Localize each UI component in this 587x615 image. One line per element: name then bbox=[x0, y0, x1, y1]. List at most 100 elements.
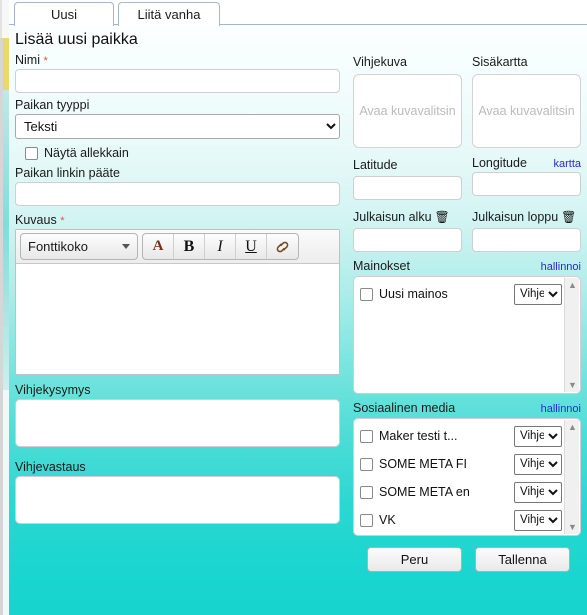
italic-icon[interactable]: I bbox=[205, 234, 236, 259]
link-icon[interactable] bbox=[267, 234, 298, 259]
longitude-label: Longitude bbox=[472, 156, 527, 170]
description-required-marker: * bbox=[60, 215, 65, 227]
description-label: Kuvaus * bbox=[15, 213, 340, 227]
field-place-type: Paikan tyyppi Teksti bbox=[15, 98, 340, 139]
social-item-select[interactable]: Vihje bbox=[514, 425, 562, 447]
field-name: Nimi * bbox=[15, 53, 340, 93]
scroll-up-icon[interactable]: ▲ bbox=[565, 420, 580, 434]
field-hint-answer: Vihjevastaus bbox=[15, 460, 340, 529]
list-item[interactable]: SOME META en Vihje bbox=[360, 481, 562, 503]
field-longitude: Longitude kartta bbox=[472, 156, 581, 200]
list-item[interactable]: Maker testi t... Vihje bbox=[360, 425, 562, 447]
hint-image-placeholder: Avaa kuvavalitsin bbox=[359, 104, 456, 118]
indoor-map-placeholder: Avaa kuvavalitsin bbox=[478, 104, 575, 118]
social-item-label: SOME META FI bbox=[379, 457, 467, 471]
longitude-label-row: Longitude kartta bbox=[472, 156, 581, 170]
name-label: Nimi * bbox=[15, 53, 340, 67]
ads-list: Uusi mainos Vihje bbox=[354, 277, 580, 317]
scroll-up-icon[interactable]: ▲ bbox=[565, 278, 580, 292]
form-surface: Lisää uusi paikka Nimi * Paikan tyyppi T… bbox=[9, 25, 587, 615]
list-item[interactable]: SOME META FI Vihje bbox=[360, 453, 562, 475]
social-item-label: Maker testi t... bbox=[379, 429, 458, 443]
field-description: Kuvaus * Fonttikoko A B I U bbox=[15, 213, 340, 375]
name-required-marker: * bbox=[43, 55, 48, 67]
ads-header: Mainokset hallinnoi bbox=[353, 259, 581, 273]
social-item-checkbox[interactable] bbox=[360, 457, 373, 471]
publish-end-trash-icon[interactable]: 🗑 bbox=[561, 210, 576, 224]
underline-icon[interactable]: U bbox=[236, 234, 267, 259]
tab-liita-vanha-label: Liitä vanha bbox=[137, 7, 201, 22]
publish-dates-row: Julkaisun alku 🗑 Julkaisun loppu 🗑 bbox=[353, 208, 581, 252]
tab-uusi[interactable]: Uusi bbox=[14, 2, 114, 26]
field-indoor-map: Sisäkartta Avaa kuvavalitsin bbox=[472, 53, 581, 148]
social-item-checkbox[interactable] bbox=[360, 485, 373, 499]
map-link[interactable]: kartta bbox=[553, 158, 581, 170]
longitude-input[interactable] bbox=[472, 172, 581, 196]
social-label: Sosiaalinen media bbox=[353, 401, 456, 415]
social-manage-link[interactable]: hallinnoi bbox=[541, 403, 581, 415]
social-item-select[interactable]: Vihje bbox=[514, 453, 562, 475]
field-publish-end: Julkaisun loppu 🗑 bbox=[472, 208, 581, 252]
tab-bar: Uusi Liitä vanha bbox=[9, 0, 587, 26]
fontsize-label: Fonttikoko bbox=[28, 239, 88, 254]
link-suffix-label: Paikan linkin pääte bbox=[15, 166, 120, 180]
scroll-down-icon[interactable]: ▼ bbox=[565, 378, 580, 392]
description-editor-body[interactable] bbox=[16, 264, 339, 374]
social-item-select[interactable]: Vihje bbox=[514, 509, 562, 531]
hint-question-textarea[interactable] bbox=[15, 399, 340, 447]
ads-manage-link[interactable]: hallinnoi bbox=[541, 261, 581, 273]
social-list: Maker testi t... Vihje SOME META FI Vihj… bbox=[354, 419, 580, 535]
field-hint-question: Vihjekysymys bbox=[15, 383, 340, 452]
social-scrollbar[interactable]: ▲ ▼ bbox=[564, 420, 579, 534]
place-editor-window: Uusi Liitä vanha Lisää uusi paikka Nimi … bbox=[0, 0, 587, 615]
scroll-down-icon[interactable]: ▼ bbox=[565, 520, 580, 534]
ads-item-label: Uusi mainos bbox=[379, 287, 448, 301]
left-column: Nimi * Paikan tyyppi Teksti Näytä allekk… bbox=[15, 53, 340, 534]
publish-start-label-text: Julkaisun alku bbox=[353, 210, 432, 224]
hint-question-label: Vihjekysymys bbox=[15, 383, 91, 397]
publish-start-input[interactable] bbox=[353, 228, 462, 252]
social-item-checkbox[interactable] bbox=[360, 513, 373, 527]
link-suffix-input[interactable] bbox=[15, 182, 340, 206]
cancel-button[interactable]: Peru bbox=[367, 547, 462, 572]
editor-tool-group: A B I U bbox=[142, 233, 299, 260]
social-item-select[interactable]: Vihje bbox=[514, 481, 562, 503]
place-type-select[interactable]: Teksti bbox=[15, 114, 340, 139]
latitude-input[interactable] bbox=[353, 176, 462, 200]
social-item-checkbox[interactable] bbox=[360, 429, 373, 443]
chevron-down-icon bbox=[122, 244, 130, 249]
page-edge-strip bbox=[0, 0, 9, 615]
list-item[interactable]: VK Vihje bbox=[360, 509, 562, 531]
field-show-stacked[interactable]: Näytä allekkain bbox=[25, 146, 340, 160]
description-label-text: Kuvaus bbox=[15, 213, 57, 227]
hint-image-picker[interactable]: Avaa kuvavalitsin bbox=[353, 74, 462, 148]
image-pickers-row: Vihjekuva Avaa kuvavalitsin Sisäkartta A… bbox=[353, 53, 581, 148]
edge-segment-border bbox=[0, 38, 3, 615]
social-header: Sosiaalinen media hallinnoi bbox=[353, 401, 581, 415]
section-ads: Mainokset hallinnoi Uusi mainos Vihje ▲ … bbox=[353, 259, 581, 394]
fontsize-dropdown[interactable]: Fonttikoko bbox=[20, 233, 138, 260]
ads-item-select[interactable]: Vihje bbox=[514, 283, 562, 305]
ads-item-checkbox[interactable] bbox=[360, 287, 373, 301]
publish-end-label-text: Julkaisun loppu bbox=[472, 210, 559, 224]
publish-end-label: Julkaisun loppu 🗑 bbox=[472, 210, 576, 224]
tab-liita-vanha[interactable]: Liitä vanha bbox=[118, 2, 220, 26]
bold-icon[interactable]: B bbox=[174, 234, 205, 259]
social-listbox: Maker testi t... Vihje SOME META FI Vihj… bbox=[353, 418, 581, 536]
publish-end-input[interactable] bbox=[472, 228, 581, 252]
hint-answer-textarea[interactable] bbox=[15, 476, 340, 524]
list-item[interactable]: Uusi mainos Vihje bbox=[360, 283, 562, 305]
save-button[interactable]: Tallenna bbox=[475, 547, 570, 572]
publish-start-label: Julkaisun alku 🗑 bbox=[353, 210, 450, 224]
tab-uusi-label: Uusi bbox=[50, 7, 77, 22]
description-editor: Fonttikoko A B I U bbox=[15, 229, 340, 375]
show-stacked-checkbox[interactable] bbox=[25, 146, 38, 160]
hint-image-label: Vihjekuva bbox=[353, 55, 407, 69]
font-color-icon[interactable]: A bbox=[143, 234, 174, 259]
name-input[interactable] bbox=[15, 69, 340, 93]
indoor-map-picker[interactable]: Avaa kuvavalitsin bbox=[472, 74, 581, 148]
ads-listbox: Uusi mainos Vihje ▲ ▼ bbox=[353, 276, 581, 394]
publish-start-trash-icon[interactable]: 🗑 bbox=[435, 210, 450, 224]
ads-scrollbar[interactable]: ▲ ▼ bbox=[564, 278, 579, 392]
social-item-label: SOME META en bbox=[379, 485, 470, 499]
